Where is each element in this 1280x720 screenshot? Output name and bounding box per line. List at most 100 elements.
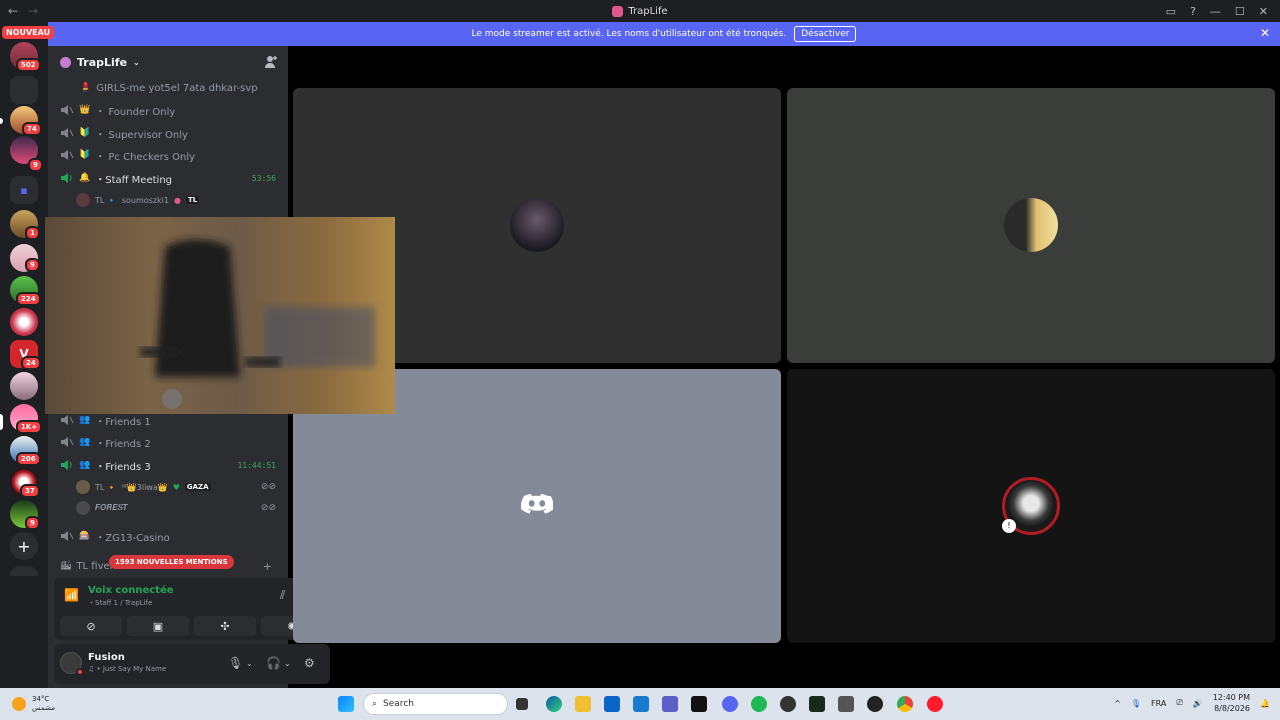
badge: 37 (20, 484, 40, 498)
voice-status: Voix connectée (88, 585, 174, 596)
chrome-icon[interactable] (897, 696, 913, 712)
network-icon[interactable]: ⎚ (1176, 698, 1182, 708)
weather-widget[interactable]: 34°C مشمس (12, 695, 55, 713)
participant-avatar (1004, 198, 1058, 252)
inbox-icon[interactable]: ▭ (1166, 5, 1176, 18)
channel-emoji: 💄 (80, 83, 92, 93)
voice-user[interactable]: TL 🔸 ᴵᴮ👑3liwa👑 ♥ GAZA ⊘⊘ (76, 478, 282, 496)
user-tag: GAZA (184, 483, 211, 491)
clock[interactable]: 12:40 PM 8/8/2026 (1213, 692, 1250, 714)
app-icon[interactable] (691, 696, 707, 712)
server-rail: 502 74 9 ▪ 1 9 224 V 24 1K+ 206 37 9 + (0, 22, 48, 688)
badge: 224 (16, 292, 41, 306)
discord-taskbar-icon[interactable] (722, 696, 738, 712)
file-explorer-icon[interactable] (575, 696, 591, 712)
user-name: 𝑭𝑶𝑹𝑬𝑺𝑻 (95, 503, 128, 512)
close-icon[interactable]: ✕ (1260, 26, 1270, 40)
headphones-icon[interactable]: 🎧 (266, 656, 281, 670)
voice-channel-item[interactable]: 👥 ・Friends 2 (56, 432, 282, 452)
app-icon[interactable] (809, 696, 825, 712)
calculator-icon[interactable] (838, 696, 854, 712)
server-icon[interactable] (10, 372, 38, 400)
invite-people-icon[interactable] (264, 55, 278, 69)
unread-pill (0, 414, 3, 430)
add-server-icon[interactable]: + (10, 532, 38, 560)
forward-arrow-icon[interactable]: → (28, 4, 38, 18)
edge-icon[interactable] (546, 696, 562, 712)
server-logo-icon (612, 5, 624, 17)
weather-desc: مشمس (32, 704, 55, 712)
channel-item[interactable]: 💄 GIRLS-me yot5el 7ata dhkar-svp (56, 78, 282, 98)
add-channel-icon[interactable]: + (263, 560, 272, 573)
outlook-icon[interactable] (604, 696, 620, 712)
deafened-icon: ⊘⊘ (260, 482, 276, 492)
voice-channel-item[interactable]: 👑 ・ Founder Only (56, 100, 282, 120)
opera-icon[interactable] (927, 696, 943, 712)
spotify-icon[interactable] (751, 696, 767, 712)
chevron-down-icon[interactable]: ⌄ (284, 659, 291, 668)
server-icon[interactable] (10, 308, 38, 336)
folder-icon[interactable]: ▪ (10, 176, 38, 204)
voice-channel-item[interactable]: 🔰 ・ Supervisor Only (56, 123, 282, 143)
channel-name: ・ZG13-Casino (95, 532, 170, 544)
badge: 206 (16, 452, 41, 466)
discord-logo-icon (521, 494, 553, 514)
minimize-button[interactable]: — (1210, 5, 1221, 18)
teams-icon[interactable] (662, 696, 678, 712)
screen-share-button[interactable]: ▣ (127, 616, 189, 636)
taskbar-search[interactable]: ⌕ Search (363, 693, 508, 715)
notifications-icon[interactable]: 🔔 (1260, 699, 1270, 708)
activities-button[interactable]: ✣ (194, 616, 256, 636)
chevron-up-icon[interactable]: ^ (1114, 699, 1121, 708)
new-mentions-pill[interactable]: 1593 NOUVELLES MENTIONS (109, 555, 234, 569)
camera-preview[interactable] (45, 217, 395, 414)
chevron-down-icon[interactable]: ⌄ (246, 659, 253, 668)
sun-icon (12, 697, 26, 711)
search-icon: ⌕ (372, 699, 378, 709)
video-tile[interactable]: ! (787, 369, 1275, 643)
voice-channel-item[interactable]: 👥 ・Friends 3 11:44:51 (56, 455, 282, 475)
search-placeholder: Search (383, 699, 414, 709)
voice-channel-item[interactable]: 🎰 ・ZG13-Casino (56, 526, 282, 546)
voice-channel-item[interactable]: 🔔 ・Staff Meeting 53:56 (56, 168, 282, 188)
gaming-chair-image (140, 239, 375, 409)
settings-gear-icon[interactable]: ⚙ (304, 656, 315, 670)
noise-suppression-icon[interactable]: ⫽ (280, 588, 285, 603)
disable-streamer-button[interactable]: Désactiver (794, 26, 857, 42)
server-icon[interactable] (10, 76, 38, 104)
video-tile[interactable] (787, 88, 1275, 363)
help-icon[interactable]: ? (1190, 5, 1196, 18)
streamer-mode-banner: Le mode streamer est activé. Les noms d'… (48, 22, 1280, 46)
server-header[interactable]: TrapLife ⌄ (48, 46, 288, 78)
start-icon[interactable] (338, 696, 354, 712)
muted-indicator-icon: ! (1002, 519, 1016, 533)
language-indicator[interactable]: FRA (1151, 699, 1166, 708)
badge: 74 (22, 122, 42, 136)
voice-channel-item[interactable]: 🔰 ・ Pc Checkers Only (56, 145, 282, 165)
channel-emoji: 🔰 (79, 150, 91, 160)
back-arrow-icon[interactable]: ← (8, 4, 18, 18)
maximize-button[interactable]: ☐ (1235, 5, 1245, 18)
banner-text: Le mode streamer est activé. Les noms d'… (471, 29, 787, 39)
app-icon[interactable] (867, 696, 883, 712)
voice-channel: ・Staff 1 / TrapLife (88, 599, 153, 607)
channel-emoji: 👑 (79, 105, 91, 115)
task-view-icon[interactable] (516, 698, 528, 710)
camera-off-button[interactable]: ⊘ (60, 616, 122, 636)
heart-icon: ● (174, 195, 181, 205)
microphone-icon[interactable]: 🎙 (228, 656, 243, 670)
discover-icon[interactable] (10, 566, 38, 576)
microphone-icon[interactable]: 🎙 (1131, 699, 1141, 708)
voice-user[interactable]: TL 🔹 soumoszki1 ● TL (76, 191, 282, 209)
badge: 502 (16, 58, 41, 72)
app-icon[interactable] (780, 696, 796, 712)
channel-emoji: 🔔 (79, 173, 91, 183)
server-name: TrapLife (77, 55, 128, 69)
voice-user[interactable]: 𝑭𝑶𝑹𝑬𝑺𝑻 ⊘⊘ (76, 499, 282, 517)
store-icon[interactable] (633, 696, 649, 712)
volume-icon[interactable]: 🔊 (1193, 699, 1203, 708)
channel-emoji: 👥 (79, 460, 91, 470)
channel-name: ・ Supervisor Only (95, 129, 188, 141)
close-window-button[interactable]: ✕ (1259, 5, 1268, 18)
new-badge: NOUVEAU (2, 26, 55, 39)
